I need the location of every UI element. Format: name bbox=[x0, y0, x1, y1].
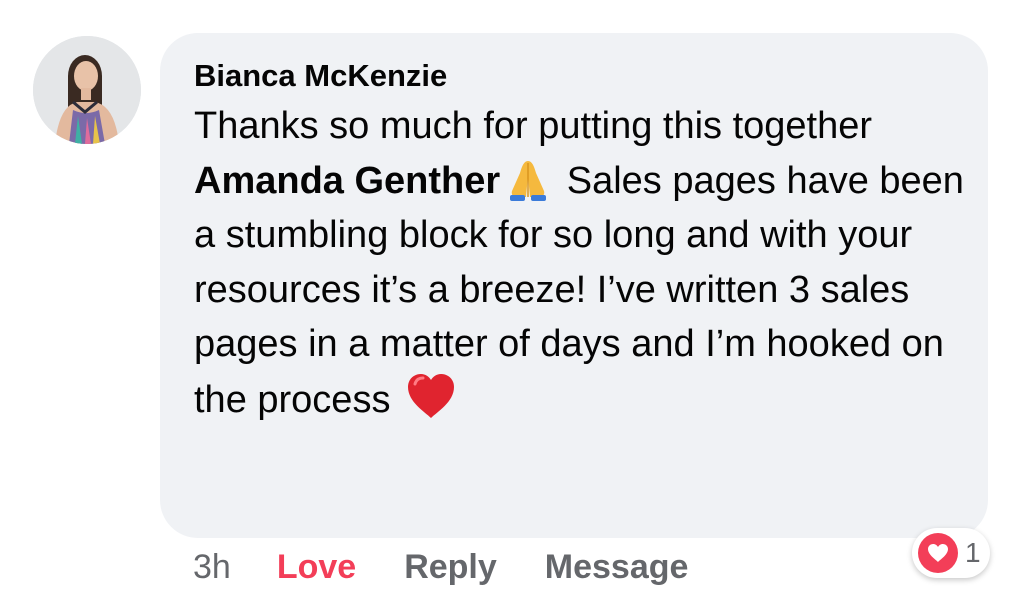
reaction-count: 1 bbox=[965, 537, 981, 568]
profile-photo bbox=[33, 36, 141, 144]
comment-actions: 3h Love Reply Message bbox=[193, 545, 688, 589]
reaction-summary[interactable]: 1 bbox=[912, 528, 990, 578]
reply-button[interactable]: Reply bbox=[404, 548, 497, 587]
comment-author[interactable]: Bianca McKenzie bbox=[194, 55, 958, 97]
mention-link[interactable]: Amanda Genther bbox=[194, 160, 500, 202]
message-button[interactable]: Message bbox=[545, 548, 689, 587]
red-heart-icon bbox=[405, 372, 457, 420]
folded-hands-icon bbox=[504, 157, 552, 201]
comment-text-start: Thanks so much for putting this together bbox=[194, 105, 873, 147]
comment-bubble: Bianca McKenzie Thanks so much for putti… bbox=[160, 33, 988, 538]
avatar[interactable] bbox=[33, 36, 141, 144]
timestamp[interactable]: 3h bbox=[193, 548, 231, 587]
comment-text: Thanks so much for putting this together… bbox=[194, 99, 984, 427]
love-button[interactable]: Love bbox=[277, 548, 356, 587]
heart-icon bbox=[918, 533, 958, 573]
